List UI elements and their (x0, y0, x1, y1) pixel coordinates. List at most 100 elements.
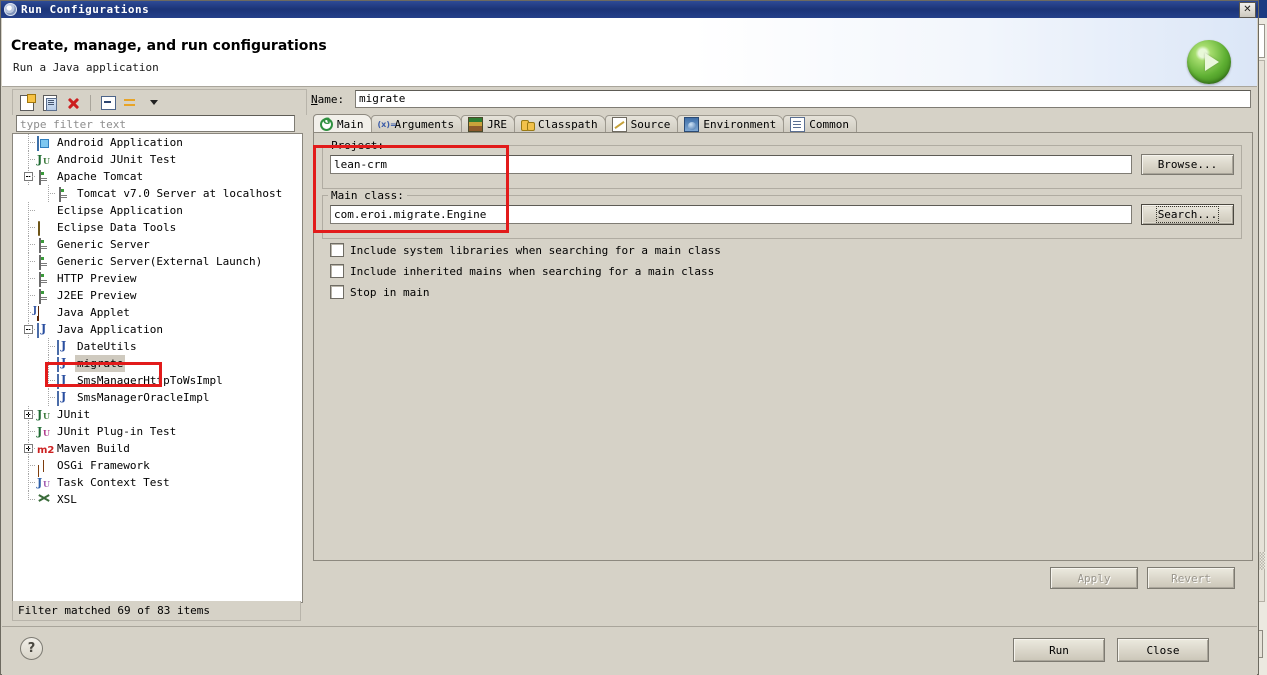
close-icon[interactable]: ✕ (1239, 2, 1256, 18)
checkbox-stop-in-main[interactable]: Stop in main (330, 285, 429, 299)
tab-environment[interactable]: Environment (677, 115, 785, 133)
tree-connector (41, 355, 57, 372)
close-button[interactable]: Close (1117, 638, 1209, 662)
tree-item-apache-tomcat[interactable]: Apache Tomcat (13, 168, 302, 185)
jplug-icon (37, 424, 52, 439)
javaapp-icon (57, 390, 72, 406)
checkbox-label: Include system libraries when searching … (350, 243, 721, 257)
tab-arguments[interactable]: (x)= Arguments (370, 115, 463, 133)
tree-item-label: Android JUnit Test (57, 153, 177, 166)
filter-status-text: Filter matched 69 of 83 items (12, 601, 301, 621)
tab-source[interactable]: Source (604, 115, 679, 133)
tree-item-junit-plug-in-test[interactable]: JUnit Plug-in Test (13, 423, 302, 440)
common-icon (790, 117, 806, 132)
tree-item-maven-build[interactable]: m2 Maven Build (13, 440, 302, 457)
android-icon (37, 135, 52, 151)
checkbox-include-system-libraries[interactable]: Include system libraries when searching … (330, 243, 721, 257)
expand-icon[interactable] (21, 440, 37, 457)
mainclass-input[interactable]: com.eroi.migrate.Engine (330, 205, 1132, 224)
checkbox-box[interactable] (330, 264, 344, 278)
gear-icon (4, 3, 17, 16)
close-button-label: Close (1146, 643, 1180, 657)
tree-connector (21, 423, 37, 440)
tree-item-smsmanageroracleimpl[interactable]: SmsManagerOracleImpl (13, 389, 302, 406)
tree-item-generic-server[interactable]: Generic Server (13, 236, 302, 253)
tree-item-android-junit-test[interactable]: Android JUnit Test (13, 151, 302, 168)
tree-item-label: XSL (57, 493, 77, 506)
name-label: Name: (311, 92, 345, 106)
eclipse-icon (37, 203, 52, 218)
editor-tabs: Main (x)=Arguments JRE Classpath Source Envir… (313, 114, 1251, 133)
tree-item-j2ee-preview[interactable]: J2EE Preview (13, 287, 302, 304)
tab-jre[interactable]: JRE (461, 115, 515, 133)
tree-item-label: Eclipse Data Tools (57, 221, 177, 234)
configurations-tree[interactable]: Android Application Android JUnit Test Apa… (12, 133, 303, 603)
tree-item-dateutils[interactable]: DateUtils (13, 338, 302, 355)
javaapp-icon (57, 356, 72, 372)
collapse-icon[interactable] (21, 168, 37, 185)
chevron-down-icon[interactable] (144, 93, 164, 113)
tab-label: Main (337, 117, 364, 131)
apply-button[interactable]: Apply (1050, 567, 1138, 589)
checkbox-label: Include inherited mains when searching f… (350, 264, 715, 278)
tree-item-eclipse-application[interactable]: Eclipse Application (13, 202, 302, 219)
tree-item-http-preview[interactable]: HTTP Preview (13, 270, 302, 287)
junit-icon (37, 152, 52, 167)
name-input[interactable]: migrate (355, 90, 1251, 108)
project-input[interactable]: lean-crm (330, 155, 1132, 174)
applet-icon (37, 305, 52, 321)
filter-input[interactable]: type filter text (16, 115, 295, 132)
search-button[interactable]: Search... (1141, 204, 1234, 225)
m2-icon: m2 (37, 445, 55, 456)
page-title: Create, manage, and run configurations (11, 38, 327, 54)
delete-configuration-icon[interactable] (63, 93, 83, 113)
tree-item-smsmanagerhttptowsimpl[interactable]: SmsManagerHttpToWsImpl (13, 372, 302, 389)
db-icon (37, 220, 52, 236)
tree-connector (41, 338, 57, 355)
tree-item-label: JUnit Plug-in Test (57, 425, 177, 438)
tree-item-osgi-framework[interactable]: OSGi Framework (13, 457, 302, 474)
tree-item-tomcat-v7-0-server-at-localhost[interactable]: Tomcat v7.0 Server at localhost (13, 185, 302, 202)
dialog-footer: ? Run Close (2, 626, 1257, 675)
server-icon (37, 169, 52, 185)
tab-common[interactable]: Common (783, 115, 857, 133)
classpath-icon (520, 118, 535, 131)
tree-item-eclipse-data-tools[interactable]: Eclipse Data Tools (13, 219, 302, 236)
expand-icon[interactable] (21, 406, 37, 423)
server-icon (37, 237, 52, 253)
tab-label: Environment (703, 118, 777, 131)
checkbox-include-inherited-mains[interactable]: Include inherited mains when searching f… (330, 264, 714, 278)
tree-item-generic-server-external-launch[interactable]: Generic Server(External Launch) (13, 253, 302, 270)
tree-item-label: SmsManagerOracleImpl (77, 391, 210, 404)
run-button[interactable]: Run (1013, 638, 1105, 662)
tree-item-task-context-test[interactable]: Task Context Test (13, 474, 302, 491)
configurations-panel: type filter text Android Application Andr… (12, 89, 307, 621)
revert-button[interactable]: Revert (1147, 567, 1235, 589)
browse-button[interactable]: Browse... (1141, 154, 1234, 175)
collapse-icon[interactable] (21, 321, 37, 338)
tree-item-xsl[interactable]: XSL (13, 491, 302, 508)
tree-item-migrate[interactable]: migrate (13, 355, 302, 372)
dialog-titlebar[interactable]: Run Configurations ✕ (1, 1, 1258, 18)
tree-item-android-application[interactable]: Android Application (13, 134, 302, 151)
checkbox-box[interactable] (330, 285, 344, 299)
checkbox-box[interactable] (330, 243, 344, 257)
tab-label: Classpath (537, 118, 598, 131)
filter-icon[interactable] (121, 93, 141, 113)
tree-item-java-applet[interactable]: Java Applet (13, 304, 302, 321)
tree-connector (41, 389, 57, 406)
duplicate-configuration-icon[interactable] (40, 93, 60, 113)
tree-item-junit[interactable]: JUnit (13, 406, 302, 423)
task-icon (37, 475, 52, 490)
tree-item-java-application[interactable]: Java Application (13, 321, 302, 338)
tab-main[interactable]: Main (313, 114, 372, 133)
run-button-label: Run (1049, 643, 1069, 657)
tab-label: Arguments (394, 118, 455, 131)
tree-connector (21, 236, 37, 253)
new-configuration-icon[interactable] (17, 93, 37, 113)
help-icon[interactable]: ? (20, 637, 43, 660)
collapse-all-icon[interactable] (98, 93, 118, 113)
osgi-icon (37, 458, 52, 473)
dialog-title: Run Configurations (21, 3, 150, 16)
tab-classpath[interactable]: Classpath (513, 115, 606, 133)
